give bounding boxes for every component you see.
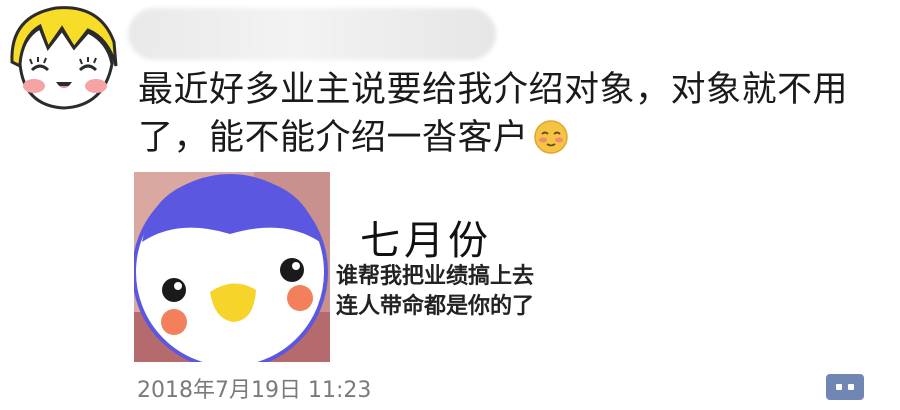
post-text-content: 最近好多业主说要给我介绍对象，对象就不用了，能不能介绍一沓客户 <box>138 70 849 158</box>
card-line-2: 连人带命都是你的了 <box>336 294 535 319</box>
penguin-face-image-icon <box>134 172 330 362</box>
shared-card-image[interactable] <box>134 172 330 362</box>
comment-button[interactable] <box>826 374 864 400</box>
blurred-username[interactable] <box>128 8 496 60</box>
post-text: 最近好多业主说要给我介绍对象，对象就不用了，能不能介绍一沓客户 <box>138 66 883 162</box>
author-avatar[interactable] <box>4 2 120 114</box>
card-line-1: 谁帮我把业绩搞上去 <box>336 264 535 289</box>
post-timestamp: 2018年7月19日 11:23 <box>137 378 372 403</box>
cartoon-girl-avatar-icon <box>10 6 118 110</box>
blush-face-emoji-icon <box>533 120 568 154</box>
